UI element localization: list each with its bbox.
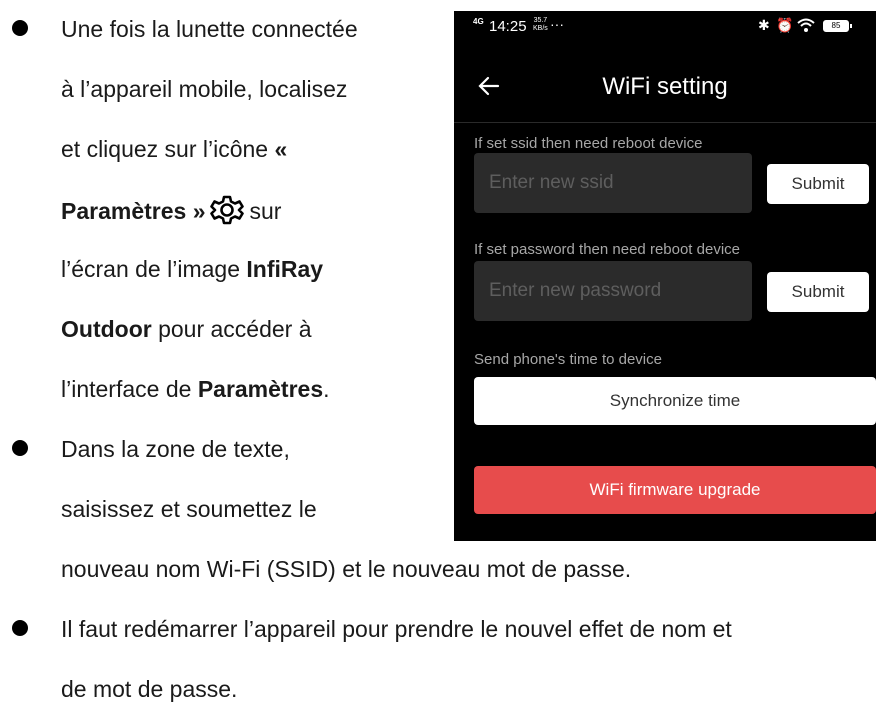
network-speed: 35.7 KB/s <box>533 17 548 33</box>
password-hint: If set password then need reboot device <box>474 241 741 258</box>
synchronize-time-button[interactable]: Synchronize time <box>474 377 876 425</box>
bullet1-line7: l’interface de Paramètres. <box>61 375 330 403</box>
text-span: l’écran de l’image <box>61 256 247 282</box>
speed-unit: KB/s <box>533 25 548 32</box>
more-notifications-icon: ··· <box>550 16 564 32</box>
bullet1-line3: et cliquez sur l’icône « <box>61 135 287 163</box>
network-indicator: 4G <box>473 17 484 26</box>
text-span: et cliquez sur l’icône <box>61 136 275 162</box>
bullet1-line2: à l’appareil mobile, localisez <box>61 76 348 102</box>
ssid-input[interactable]: Enter new ssid <box>474 153 752 213</box>
wifi-icon <box>796 17 816 37</box>
status-bar: 4G 14:25 35.7 KB/s ··· ✱ ⏰ 85 <box>454 11 876 41</box>
password-submit-button[interactable]: Submit <box>767 272 869 312</box>
speed-value: 35.7 <box>533 17 548 24</box>
bullet1-line5: l’écran de l’image InfiRay <box>61 255 323 283</box>
status-time: 14:25 <box>489 18 527 35</box>
time-hint: Send phone's time to device <box>474 351 662 368</box>
header-divider <box>454 122 876 123</box>
bluetooth-icon: ✱ <box>758 17 770 33</box>
bullet1-line4: Paramètres » sur <box>61 195 281 231</box>
bullet2-line3: nouveau nom Wi-Fi (SSID) et le nouveau m… <box>61 556 632 582</box>
gear-icon <box>209 195 244 231</box>
bullet2-line1: Dans la zone de texte, <box>61 436 290 462</box>
ssid-hint: If set ssid then need reboot device <box>474 135 703 152</box>
bullet3-line1: Il faut redémarrer l’appareil pour prend… <box>61 616 732 642</box>
text-span: sur <box>249 198 282 224</box>
bullet-3 <box>12 620 28 636</box>
bold-span: InfiRay <box>246 256 324 282</box>
bullet1-line6: Outdoor pour accéder à <box>61 315 312 343</box>
bullet3-line2: de mot de passe. <box>61 676 238 702</box>
text-span: pour accéder à <box>151 316 312 342</box>
text-span: . <box>323 376 330 402</box>
wifi-firmware-upgrade-button[interactable]: WiFi firmware upgrade <box>474 466 876 514</box>
page-title: WiFi setting <box>602 73 728 100</box>
text-span: l’interface de <box>61 376 198 402</box>
bullet-2 <box>12 440 28 456</box>
phone-screenshot: 4G 14:25 35.7 KB/s ··· ✱ ⏰ 85 WiFi settin… <box>454 11 876 541</box>
bullet2-line2: saisissez et soumettez le <box>61 496 317 522</box>
bold-span: Paramètres » <box>61 198 206 224</box>
bold-span: Paramètres <box>197 376 324 402</box>
ssid-submit-button[interactable]: Submit <box>767 164 869 204</box>
battery-icon: 85 <box>823 20 852 32</box>
bold-span: Outdoor <box>61 316 152 342</box>
alarm-icon: ⏰ <box>776 17 794 33</box>
bold-span: « <box>274 136 288 162</box>
bullet1-line1: Une fois la lunette connectée <box>61 16 358 42</box>
password-input[interactable]: Enter new password <box>474 261 752 321</box>
bullet-1 <box>12 20 28 36</box>
